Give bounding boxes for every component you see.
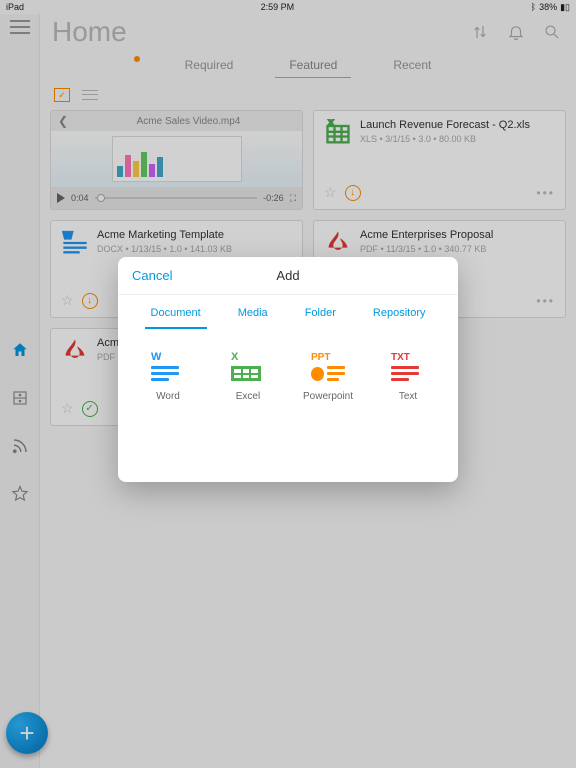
option-label: Word [156,391,180,402]
option-excel[interactable]: X Excel [217,351,279,402]
option-label: Excel [236,391,260,402]
option-powerpoint[interactable]: PPT Powerpoint [297,351,359,402]
word-icon: W [151,351,185,381]
add-modal: Cancel Add Document Media Folder Reposit… [118,257,458,482]
powerpoint-icon: PPT [311,351,345,381]
modal-overlay[interactable]: Cancel Add Document Media Folder Reposit… [0,0,576,768]
option-word[interactable]: W Word [137,351,199,402]
excel-icon: X [231,351,265,381]
text-icon: TXT [391,351,425,381]
tab-folder[interactable]: Folder [299,303,342,329]
tab-repository[interactable]: Repository [367,303,432,329]
option-label: Powerpoint [303,391,353,402]
option-label: Text [399,391,417,402]
tab-document[interactable]: Document [145,303,207,329]
modal-body: W Word X Excel PPT [118,329,458,482]
cancel-button[interactable]: Cancel [118,268,186,283]
tab-media[interactable]: Media [232,303,274,329]
option-text[interactable]: TXT Text [377,351,439,402]
modal-tabs: Document Media Folder Repository [118,295,458,329]
